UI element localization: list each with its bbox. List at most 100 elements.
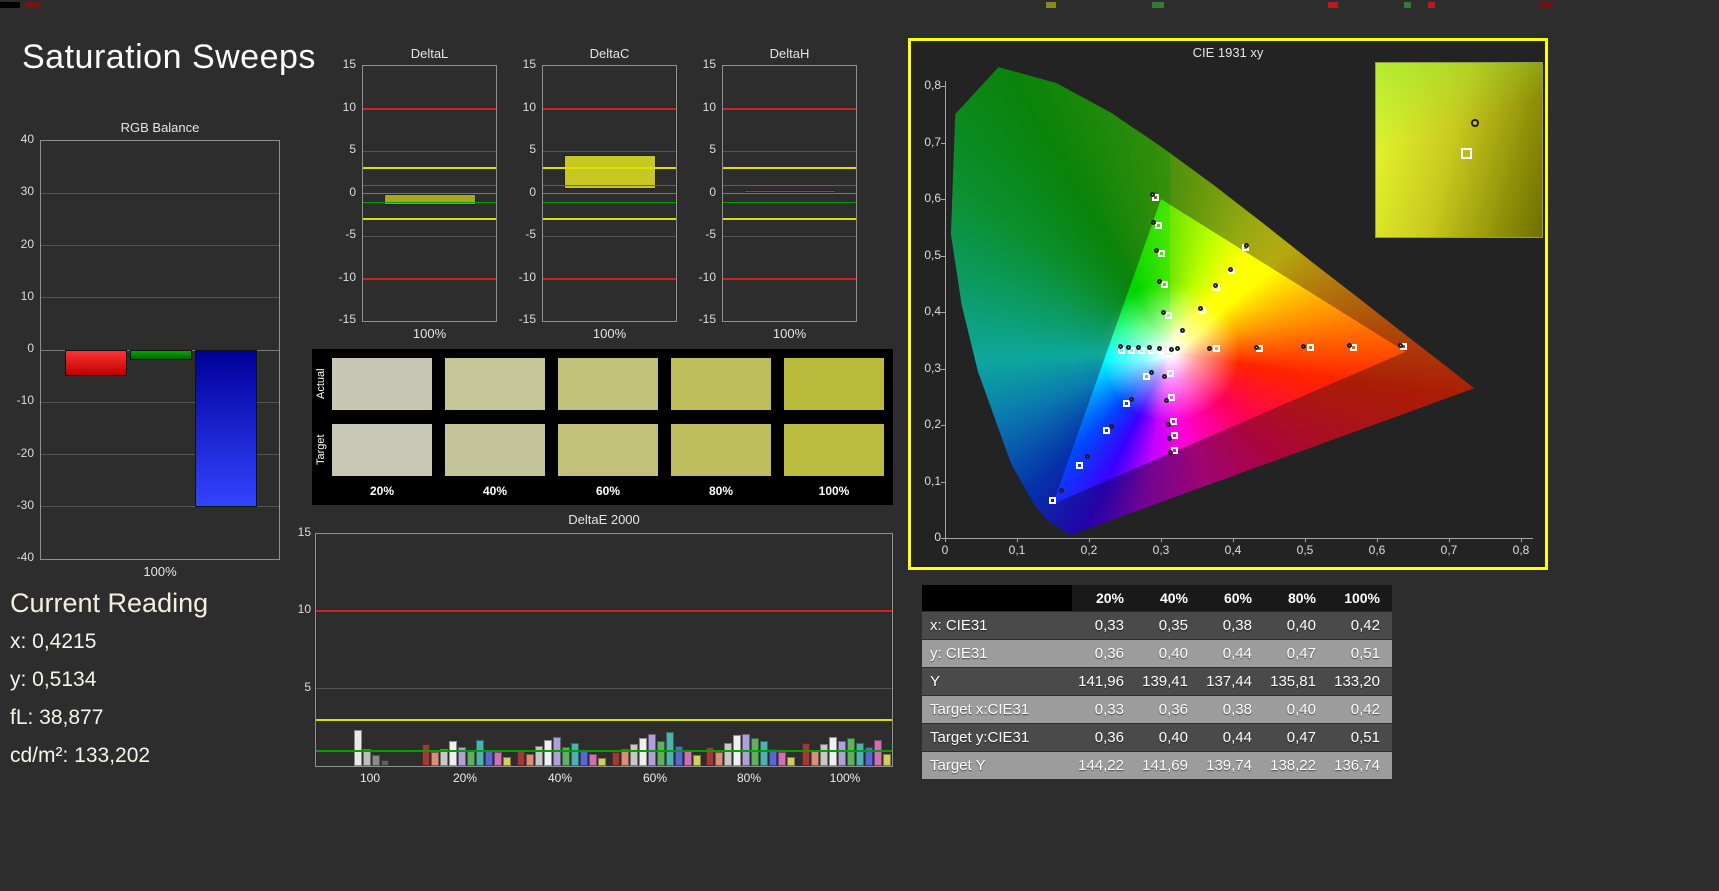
cie-y-tick (941, 199, 945, 200)
delta-ytick-label: -10 (338, 269, 356, 284)
deltae-bar (579, 750, 588, 766)
deltae-bar (777, 752, 786, 766)
table-cell: 0,38 (1222, 701, 1252, 718)
swatch-actual (332, 358, 432, 410)
red-bar (65, 350, 127, 377)
delta-ytick-label: -5 (345, 227, 356, 241)
cie-target-square (1164, 312, 1172, 320)
table-cell: 139,41 (1142, 673, 1188, 690)
deltae-bar (759, 741, 768, 766)
swatch-actual (445, 358, 545, 410)
deltae-bar (475, 739, 484, 766)
deltae-bar (493, 752, 502, 766)
green-bar (130, 350, 192, 361)
delta-bar (744, 190, 836, 194)
ref-line (543, 107, 676, 110)
delta-ytick-label: 0 (529, 184, 536, 199)
rgb-ytick-label: 20 (20, 236, 34, 251)
titlebar-fragment (25, 2, 40, 8)
delta-ytick-label: 0 (709, 184, 716, 199)
swatch-row-label-target: Target (315, 434, 327, 466)
deltae-bar (810, 750, 819, 766)
color-swatch-panel[interactable]: 20% 40% 60% 80% 100% Actual Target (312, 349, 893, 505)
cie-diagram[interactable]: CIE 1931 xy 0,8 0,7 0,6 0,5 0,4 0,3 0,2 0,1 0 0 0,… (908, 38, 1548, 570)
page-title: Saturation Sweeps (22, 38, 316, 76)
cie-measured-circle (1168, 449, 1174, 455)
deltae-bar (371, 755, 380, 766)
cie-x-tick (1377, 538, 1378, 542)
cie-measured-circle (1166, 436, 1172, 442)
cie-measured-circle (1227, 266, 1233, 272)
cie-measured-circle (1150, 191, 1156, 197)
cie-ytick-label: 0,3 (924, 360, 941, 375)
deltae-bar (362, 748, 371, 766)
rgb-ytick-label: -30 (16, 497, 34, 512)
titlebar-fragment (0, 2, 20, 8)
cie-x-tick (1089, 538, 1090, 542)
cie-x-axis (945, 538, 1533, 539)
table-cell: 0,51 (1350, 645, 1380, 662)
cie-measured-circle (1059, 488, 1065, 494)
cie-target-square (1169, 417, 1177, 425)
delta-ytick-label: 5 (709, 142, 716, 156)
delta-ytick-label: -5 (705, 227, 716, 241)
rgb-balance-xlabel: 100% (143, 564, 177, 579)
ref-line (363, 167, 496, 169)
table-cell: 0,36 (1158, 701, 1188, 718)
table-header-cell: 40% (1136, 585, 1200, 611)
delta-ytick-label: 5 (349, 142, 356, 156)
delta-ytick-label: -15 (698, 312, 716, 326)
cie-ytick-label: 0 (934, 530, 941, 544)
deltae-bar (502, 756, 511, 766)
cie-target-square (1167, 369, 1175, 377)
cie-measured-circle (1206, 345, 1212, 351)
deltae-bar (855, 742, 864, 766)
cie-y-tick (941, 425, 945, 426)
cie-ytick-label: 0,5 (924, 247, 941, 262)
measurement-table[interactable]: 20% 40% 60% 80% 100% x: CIE31 0,33 0,35 0,38 0,40… (922, 585, 1392, 780)
rgb-ytick-label: 30 (20, 184, 34, 199)
cie-target-square (1213, 345, 1221, 353)
cie-x-tick (1305, 538, 1306, 542)
cie-xtick-label: 0,2 (1080, 543, 1098, 557)
deltae-bar (380, 759, 389, 766)
deltae-bar (525, 753, 534, 766)
cie-xtick-label: 0,5 (1296, 543, 1314, 557)
titlebar-fragment (1428, 2, 1435, 8)
cie-inset-target-square (1460, 148, 1472, 160)
cie-ytick-label: 0,7 (924, 134, 941, 149)
cie-measured-circle (1197, 305, 1203, 311)
deltae-bar (448, 741, 457, 766)
rgb-balance-chart[interactable] (40, 140, 280, 560)
deltae-xtick-label: 100 (359, 771, 381, 785)
cie-ytick-label: 0,1 (924, 473, 941, 488)
deltae-bar (873, 739, 882, 766)
table-cell: 0,36 (1094, 645, 1124, 662)
deltae-bar (421, 744, 430, 766)
deltae-xtick-label: 20% (452, 771, 478, 785)
rgb-balance-title: RGB Balance (120, 120, 200, 135)
current-reading-line: x: 0,4215 (10, 630, 97, 653)
cie-target-square (1170, 431, 1178, 439)
deltae-chart[interactable] (315, 533, 893, 767)
delta-ytick-label: -15 (338, 312, 356, 326)
cie-y-tick (941, 142, 945, 144)
deltae-bar (484, 750, 493, 766)
delta-ytick-label: 5 (529, 142, 536, 156)
saturation-sweeps-page: Saturation Sweeps RGB Balance 100% Curre… (0, 0, 1719, 891)
delta-chart[interactable] (542, 65, 677, 322)
cie-measured-circle (1084, 454, 1090, 460)
table-row-label: Target y:CIE31 (930, 729, 1030, 746)
swatch-col-label: 100% (818, 484, 850, 498)
cie-xtick-label: 0,6 (1368, 543, 1386, 557)
gridline (363, 235, 496, 237)
deltae-bar (588, 753, 597, 766)
cie-measured-circle (1165, 421, 1171, 427)
delta-chart[interactable] (722, 65, 857, 322)
cie-y-tick (941, 481, 945, 483)
titlebar-fragment (1540, 2, 1552, 8)
delta-bar (384, 193, 476, 205)
delta-chart[interactable] (362, 65, 497, 322)
ref-line (543, 184, 676, 186)
swatch-target (445, 424, 545, 476)
